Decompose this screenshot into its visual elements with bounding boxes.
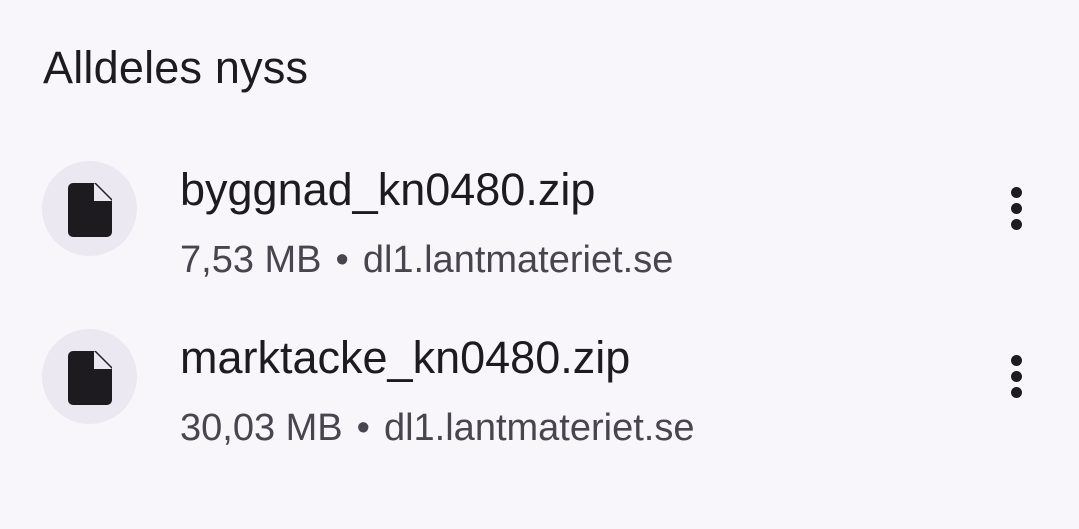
file-name: byggnad_kn0480.zip [180,164,596,215]
file-source: dl1.lantmateriet.se [362,239,674,281]
more-options-button[interactable] [992,177,1042,237]
download-item[interactable]: byggnad_kn0480.zip 7,53 MB • dl1.lantmater… [0,135,1079,285]
file-name: marktacke_kn0480.zip [180,332,631,383]
download-item[interactable]: marktacke_kn0480.zip 30,03 MB • dl1.lantma… [0,303,1079,453]
file-size: 7,53 MB [180,239,322,281]
meta-separator: • [356,407,370,449]
meta-separator: • [335,239,349,281]
file-icon-container [42,329,137,424]
section-title: Alldeles nyss [43,42,309,93]
file-meta: 7,53 MB • dl1.lantmateriet.se [180,237,673,283]
file-icon [68,183,112,237]
more-options-button[interactable] [992,345,1042,405]
file-meta: 30,03 MB • dl1.lantmateriet.se [180,405,694,451]
file-icon-container [42,161,137,256]
file-size: 30,03 MB [180,407,343,449]
file-source: dl1.lantmateriet.se [383,407,695,449]
file-icon [68,351,112,405]
